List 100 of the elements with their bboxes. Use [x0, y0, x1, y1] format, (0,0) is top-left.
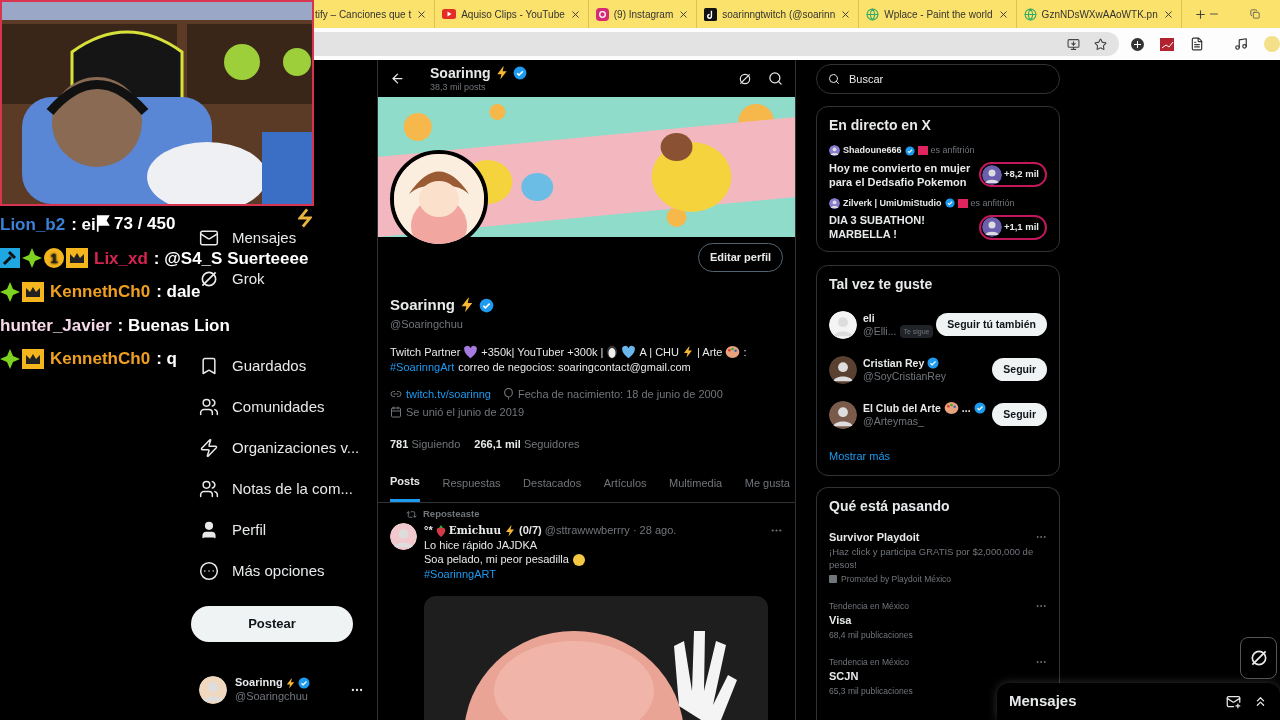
follow-button[interactable]: Seguir: [992, 358, 1047, 381]
follow-button[interactable]: Seguir: [992, 403, 1047, 426]
profile-tab[interactable]: Respuestas: [442, 464, 501, 502]
tab-title: Wplace - Paint the world: [884, 7, 993, 22]
trend-context: Tendencia en México: [829, 599, 909, 613]
chat-message: : Buenas Lion: [117, 316, 230, 334]
chat-message: : q: [156, 350, 177, 368]
heart-icon: [463, 345, 479, 359]
bio-text: correo de negocios: soaringcontact@gmail.com: [458, 359, 691, 375]
messages-drawer[interactable]: Mensajes: [997, 683, 1280, 720]
author-name: Emichuu: [448, 523, 502, 538]
account-handle: @Soaringchuu: [235, 690, 309, 704]
profile-name: Soarinng: [390, 294, 455, 315]
followers-link[interactable]: 266,1 mil Seguidores: [474, 435, 580, 452]
close-icon[interactable]: [997, 8, 1009, 20]
avatar: [829, 400, 857, 429]
tab-title: tify – Canciones que t: [315, 7, 412, 22]
profile-tab[interactable]: Multimedia: [669, 464, 723, 502]
new-message-icon[interactable]: [1226, 694, 1241, 709]
lightning-icon: [459, 297, 475, 313]
card-title: Tal vez te guste: [829, 275, 934, 294]
profile-tab[interactable]: Posts: [390, 464, 420, 502]
sparkle-icon: [22, 248, 42, 269]
profile-handle: @Soaringchuu: [390, 317, 464, 332]
nav-item[interactable]: Mensajes: [199, 227, 297, 248]
back-icon[interactable]: [390, 71, 405, 86]
author-suffix: (0/7): [519, 523, 542, 538]
chart-icon[interactable]: [1160, 37, 1174, 51]
profile-tab[interactable]: Me gusta: [744, 464, 790, 502]
chat-message: : ei: [71, 216, 96, 234]
avatar: [829, 355, 857, 384]
nav-item[interactable]: Notas de la com...: [199, 478, 353, 499]
avatar: [390, 523, 417, 551]
live-title: DIA 3 SUBATHON! MARBELLA !: [829, 213, 926, 241]
close-icon[interactable]: [416, 8, 428, 20]
nav-item[interactable]: Perfil: [199, 519, 267, 540]
suggested-name: eli: [863, 311, 875, 325]
playlist-icon[interactable]: [1234, 37, 1248, 51]
grok-icon: [738, 71, 752, 86]
header-name: Soarinng: [430, 65, 491, 80]
post-hashtag[interactable]: #SoarinngART: [424, 566, 783, 582]
close-icon[interactable]: [569, 8, 581, 20]
trend-name: Survivor Playdoit: [829, 530, 920, 544]
install-icon[interactable]: [1067, 37, 1080, 51]
goal-counter: 73 / 450: [114, 214, 176, 232]
search-icon[interactable]: [768, 71, 783, 86]
bio-text: | Arte: [697, 344, 723, 360]
post-button[interactable]: Postear: [191, 606, 353, 642]
emoji-icon: [572, 553, 585, 566]
profile-tab[interactable]: Artículos: [603, 464, 647, 502]
profile-link[interactable]: twitch.tv/soarinng: [406, 385, 491, 402]
close-icon[interactable]: [1162, 8, 1174, 20]
show-more-link[interactable]: Mostrar más: [829, 448, 1047, 465]
close-icon[interactable]: [840, 8, 852, 20]
search-field[interactable]: Buscar: [816, 64, 1060, 94]
hammer-icon: [0, 248, 20, 269]
bio-text: Twitch Partner: [390, 344, 461, 360]
host-label: es anfitrión: [970, 196, 1015, 210]
nav-item[interactable]: Organizaciones v...: [199, 437, 360, 458]
avatar: [981, 164, 1002, 185]
camera-icon: [595, 7, 609, 21]
close-icon[interactable]: [678, 8, 690, 20]
nav-item[interactable]: Guardados: [199, 355, 307, 376]
live-icon: [957, 198, 968, 208]
listeners-pill[interactable]: +8,2 mil: [978, 162, 1047, 187]
restore-icon[interactable]: [1250, 9, 1260, 19]
live-title: Hoy me convierto en mujer para el Dedsafio Pokemon: [829, 160, 972, 189]
grok-button[interactable]: [1240, 637, 1277, 679]
bookmark-icon: [199, 355, 219, 376]
trend-name: Visa: [829, 613, 852, 627]
listeners-pill[interactable]: +1,1 mil: [978, 214, 1047, 240]
chat-username: Lix_xd: [94, 249, 148, 267]
chat-username: hunter_Javier: [0, 316, 112, 334]
follow-button[interactable]: Seguir tú también: [936, 313, 1047, 336]
new-tab-icon[interactable]: [1193, 7, 1207, 21]
bio-text: A | CHU: [639, 344, 679, 360]
sparkle-icon: [0, 281, 20, 302]
tab-title: Aquiso Clips - YouTube: [461, 7, 565, 22]
bio-hashtag[interactable]: #SoarinngArt: [390, 359, 455, 375]
globe-icon: [1023, 7, 1037, 21]
nav-item[interactable]: Grok: [199, 268, 265, 289]
balloon-icon: [503, 387, 514, 400]
birthday-text: Fecha de nacimiento: 18 de junio de 2000: [518, 386, 723, 402]
suggested-handle: @Arteymas_: [863, 415, 924, 428]
heart-icon: [621, 345, 637, 359]
suggested-handle: @SoyCristianRey: [863, 369, 946, 383]
suggested-name: Cristian Rey: [863, 356, 925, 370]
star-icon[interactable]: [1094, 37, 1107, 51]
following-link[interactable]: 781 Siguiendo: [390, 435, 461, 452]
crown-icon: [66, 248, 88, 269]
person-icon: [199, 519, 219, 540]
profile-tab[interactable]: Destacados: [523, 464, 582, 502]
host-name: Shadoune666: [843, 144, 902, 157]
nav-item[interactable]: Más opciones: [199, 560, 325, 581]
extension-icon[interactable]: [1131, 37, 1144, 51]
trend-count: 68,4 mil publicaciones: [829, 628, 913, 642]
live-icon: [917, 146, 928, 156]
calendar-icon: [390, 406, 402, 419]
card-title: En directo en X: [829, 116, 932, 135]
nav-item[interactable]: Comunidades: [199, 396, 325, 417]
